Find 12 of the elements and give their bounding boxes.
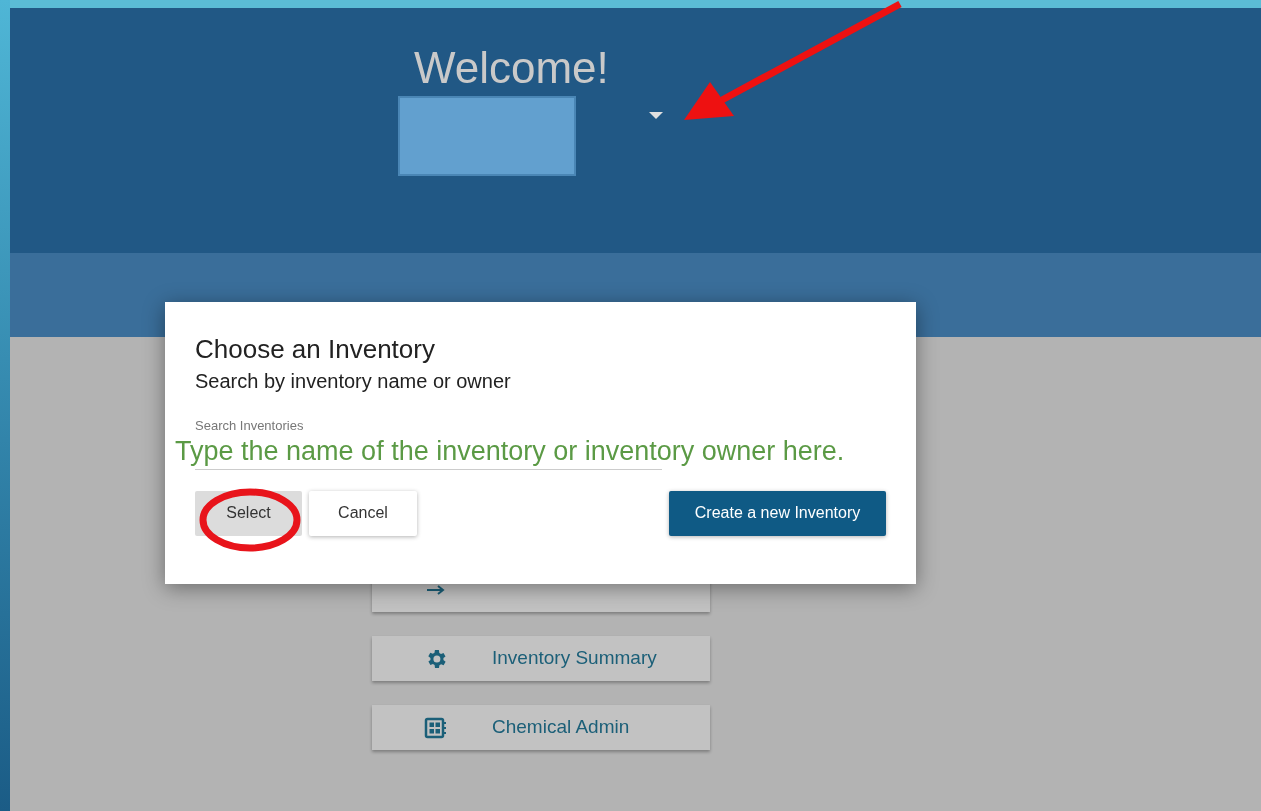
arrow-icon xyxy=(426,583,446,596)
menu-button[interactable]: Chemical Admin xyxy=(372,705,710,750)
dialog-button[interactable]: Cancel xyxy=(309,490,417,536)
annotation-note: Type the name of the inventory or inventory owner here. xyxy=(175,435,845,466)
menu-button[interactable]: Inventory Summary xyxy=(372,636,710,681)
welcome-title: Welcome! xyxy=(414,42,609,94)
search-label: Search Inventories xyxy=(195,417,304,435)
dialog-title: Choose an Inventory xyxy=(195,334,435,364)
dropdown-caret-icon[interactable] xyxy=(649,112,663,120)
panel-icon xyxy=(424,716,448,739)
dialog-subtitle: Search by inventory name or owner xyxy=(195,369,511,394)
create-button[interactable]: Create a new Inventory xyxy=(669,490,886,536)
